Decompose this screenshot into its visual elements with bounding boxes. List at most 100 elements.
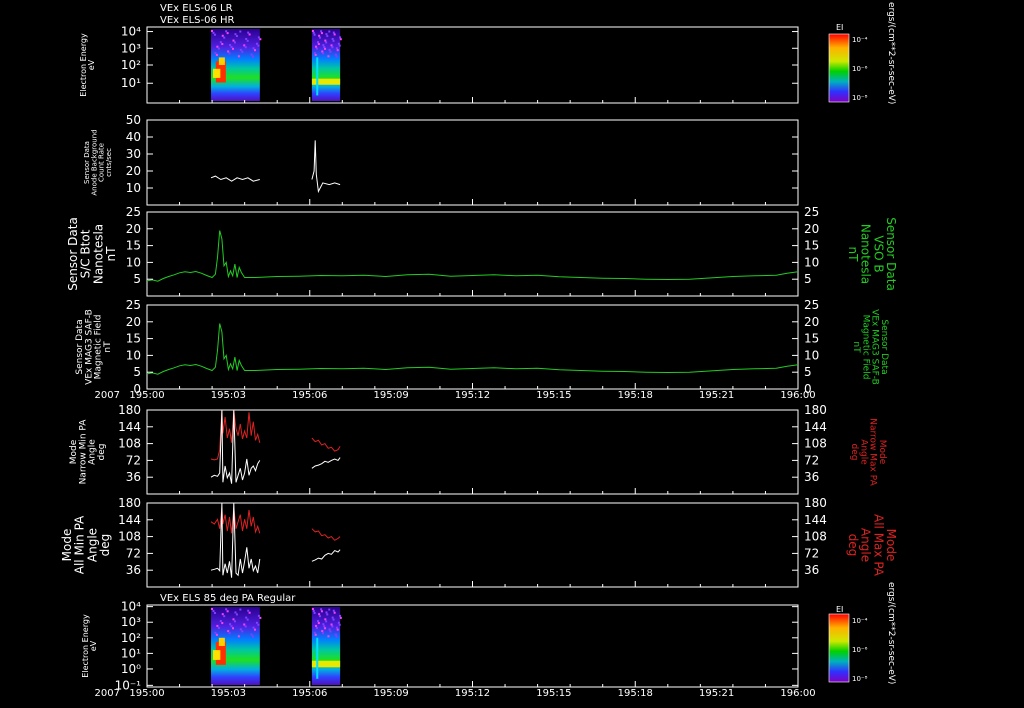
- spectrogram-speckle: [221, 622, 224, 625]
- spectrogram-speckle: [239, 30, 242, 33]
- spectrogram-speckle: [241, 50, 244, 53]
- x-tick-label: 196:00: [780, 390, 815, 401]
- spectrogram-speckle: [313, 612, 316, 615]
- spectrogram-speckle: [320, 608, 323, 611]
- spectrogram-speckle: [336, 49, 339, 52]
- spectrogram-speckle: [252, 55, 255, 58]
- spectrogram-speckle: [331, 616, 334, 619]
- spectrogram-speckle: [331, 37, 334, 40]
- x-tick-label: 195:15: [536, 688, 571, 699]
- right-axis-label: deg: [846, 534, 860, 557]
- spectrogram-speckle: [259, 616, 262, 619]
- x-tick-label: 196:00: [780, 688, 815, 699]
- spectrogram-speckle: [311, 30, 314, 32]
- spectrogram-speckle: [243, 44, 246, 47]
- x-year-label: 2007: [95, 688, 120, 699]
- spectrogram-speckle: [223, 36, 226, 39]
- y-tick-label: 5: [133, 272, 141, 286]
- spectrogram-speckle: [257, 44, 260, 47]
- spectrogram-speckle: [233, 620, 236, 623]
- y-tick-label: 10²: [121, 58, 141, 72]
- y-tick-label-right: 72: [804, 546, 819, 560]
- spectrogram-speckle: [246, 39, 249, 42]
- spectrogram-speckle: [250, 53, 253, 56]
- spectrogram-speckle: [250, 633, 253, 636]
- spectrogram-speckle: [314, 53, 317, 56]
- x-tick-label: 195:06: [292, 688, 327, 699]
- y-tick-label: 40: [126, 130, 141, 144]
- spectrogram-speckle: [313, 33, 316, 36]
- spectrogram-speckle: [331, 46, 334, 49]
- spectrogram-speckle: [252, 635, 255, 638]
- y-axis-label: nT: [103, 341, 113, 353]
- spectrogram-spike: [316, 57, 319, 96]
- spectrogram-speckle: [226, 32, 229, 35]
- y-axis-label: Angle: [88, 439, 98, 465]
- spectrogram-speckle: [239, 628, 242, 631]
- x-tick-label: 195:21: [699, 688, 734, 699]
- y-axis-label: cnts/sec: [105, 148, 113, 177]
- x-tick-label: 195:00: [129, 390, 164, 401]
- y-tick-label: 25: [126, 298, 141, 312]
- spectrogram-speckle: [324, 39, 327, 42]
- spectrogram-speckle: [232, 627, 235, 630]
- y-tick-label: 10: [126, 255, 141, 269]
- spectrogram-speckle: [339, 38, 342, 41]
- spectrogram-speckle: [213, 612, 216, 615]
- spectrogram-speckle: [243, 623, 246, 626]
- spectrogram-speckle: [322, 44, 325, 47]
- y-tick-label: 108: [118, 530, 141, 544]
- spectrogram-speckle: [257, 623, 260, 626]
- spectrogram-speckle: [324, 618, 327, 621]
- spectrogram-speckle: [244, 46, 247, 49]
- spectrogram-speckle: [216, 624, 219, 627]
- y-tick-label-right: 15: [804, 239, 819, 253]
- spectrogram-speckle: [318, 34, 321, 37]
- spectrogram-speckle: [247, 609, 250, 612]
- spectrogram-speckle: [321, 50, 324, 53]
- right-axis-label: nT: [846, 247, 860, 263]
- y-tick-label: 50: [126, 113, 141, 127]
- spectrogram-speckle: [332, 609, 335, 612]
- spectrogram-speckle: [228, 52, 231, 55]
- spectrogram-speckle: [335, 626, 338, 629]
- spectrogram-warm-band: [311, 78, 341, 85]
- spectrogram-speckle: [327, 55, 330, 58]
- spectrogram-speckle: [219, 41, 222, 44]
- right-axis-label: Mode: [877, 440, 887, 465]
- spectrogram-speckle: [339, 616, 342, 619]
- x-tick-label: 195:03: [211, 688, 246, 699]
- colorbar-top-tick: 10⁻⁶: [852, 65, 868, 73]
- spectrogram-speckle: [321, 630, 324, 633]
- y-tick-label-right: 25: [804, 205, 819, 219]
- spectrogram-speckle: [315, 624, 318, 627]
- y-axis-label: eV: [89, 640, 98, 651]
- spectrogram-speckle: [259, 38, 262, 41]
- x-tick-label: 195:00: [129, 688, 164, 699]
- y-tick-label: 10¹: [121, 646, 141, 660]
- y-tick-label: 180: [118, 403, 141, 417]
- spectrogram-speckle: [331, 625, 334, 628]
- spectrogram-warm-band: [311, 660, 341, 668]
- spectrogram-speckle: [334, 633, 337, 636]
- spectrogram-speckle: [232, 39, 235, 42]
- spectrogram-speckle: [313, 52, 316, 55]
- y-axis-label: deg: [97, 444, 107, 461]
- y-tick-label: 108: [118, 437, 141, 451]
- y-tick-label: 10⁰: [121, 662, 141, 676]
- spectrogram-speckle: [329, 630, 332, 633]
- spectrogram-speckle: [337, 621, 340, 624]
- spectrogram-speckle: [226, 610, 229, 613]
- y-tick-label-right: 25: [804, 298, 819, 312]
- spectrogram-speckle: [221, 43, 224, 46]
- y-tick-label: 72: [126, 453, 141, 467]
- y-tick-label-right: 144: [804, 420, 827, 434]
- spectrogram-speckle: [257, 614, 260, 617]
- spectrogram-speckle: [235, 613, 238, 616]
- spectrogram-speckle: [215, 633, 218, 636]
- x-tick-label: 195:09: [374, 390, 409, 401]
- y-axis-label: Magnetic Field: [94, 315, 104, 380]
- spectrogram-speckle: [237, 55, 240, 58]
- spectrogram-speckle: [328, 628, 331, 631]
- spectrogram-speckle: [314, 633, 317, 636]
